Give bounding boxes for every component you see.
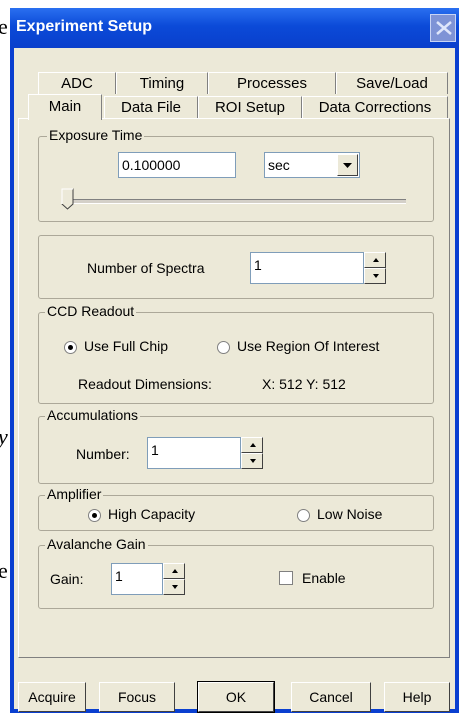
- accumulations-input[interactable]: 1: [147, 437, 241, 469]
- readout-dimensions-value: X: 512 Y: 512: [262, 376, 346, 392]
- exposure-unit-select[interactable]: sec: [264, 152, 360, 178]
- gain-spinner[interactable]: [163, 563, 185, 595]
- avalanche-gain-group: Avalanche Gain: [38, 536, 434, 609]
- spin-up-button[interactable]: [241, 437, 263, 453]
- number-of-spectra-input[interactable]: 1: [250, 252, 364, 284]
- exposure-time-legend: Exposure Time: [47, 127, 145, 143]
- high-capacity-label[interactable]: High Capacity: [108, 506, 195, 522]
- background-text: y: [0, 424, 8, 450]
- amplifier-legend: Amplifier: [45, 486, 104, 502]
- window-title: Experiment Setup: [16, 18, 153, 35]
- exposure-unit-value: sec: [268, 157, 290, 173]
- title-bar[interactable]: Experiment Setup: [10, 8, 459, 48]
- experiment-setup-window: Experiment Setup ADC Timing Processes Sa…: [10, 8, 459, 713]
- use-roi-radio[interactable]: [217, 341, 230, 354]
- arrow-down-icon: [373, 274, 379, 278]
- tab-main[interactable]: Main: [28, 94, 102, 120]
- use-roi-label[interactable]: Use Region Of Interest: [237, 338, 379, 354]
- enable-checkbox[interactable]: [279, 571, 293, 585]
- acquire-button[interactable]: Acquire: [18, 682, 86, 712]
- arrow-down-icon: [172, 585, 178, 589]
- background-text: e: [0, 14, 8, 39]
- spin-down-button[interactable]: [163, 579, 185, 595]
- enable-label[interactable]: Enable: [302, 570, 346, 586]
- use-full-chip-radio[interactable]: [64, 341, 77, 354]
- tab-data-corrections[interactable]: Data Corrections: [302, 96, 448, 118]
- background-text: e: [0, 558, 8, 583]
- tab-data-file[interactable]: Data File: [104, 96, 198, 118]
- tab-adc[interactable]: ADC: [38, 72, 116, 94]
- arrow-up-icon: [172, 569, 178, 573]
- tab-roi-setup[interactable]: ROI Setup: [198, 96, 302, 118]
- number-of-spectra-label: Number of Spectra: [87, 260, 205, 276]
- low-noise-label[interactable]: Low Noise: [317, 506, 382, 522]
- arrow-up-icon: [373, 258, 379, 262]
- readout-dimensions-label: Readout Dimensions:: [78, 376, 212, 392]
- spin-up-button[interactable]: [364, 252, 386, 268]
- use-full-chip-label[interactable]: Use Full Chip: [84, 338, 168, 354]
- spin-down-button[interactable]: [364, 268, 386, 284]
- cancel-button[interactable]: Cancel: [291, 682, 371, 712]
- dialog-body: ADC Timing Processes Save/Load Main Data…: [14, 48, 455, 713]
- high-capacity-radio[interactable]: [88, 509, 101, 522]
- close-icon: [436, 21, 452, 35]
- accumulations-legend: Accumulations: [45, 407, 141, 423]
- close-button[interactable]: [430, 14, 456, 42]
- low-noise-radio[interactable]: [297, 509, 310, 522]
- accumulations-spinner[interactable]: [241, 437, 263, 469]
- accumulations-number-label: Number:: [76, 446, 130, 462]
- exposure-time-input[interactable]: 0.100000: [118, 152, 236, 178]
- exposure-slider-thumb[interactable]: [61, 188, 75, 210]
- exposure-slider-track[interactable]: [64, 199, 406, 204]
- ok-button[interactable]: OK: [197, 681, 275, 713]
- ccd-readout-legend: CCD Readout: [45, 303, 137, 319]
- spin-up-button[interactable]: [163, 563, 185, 579]
- tab-timing[interactable]: Timing: [116, 72, 208, 94]
- spin-down-button[interactable]: [241, 453, 263, 469]
- tab-save-load[interactable]: Save/Load: [336, 72, 448, 94]
- chevron-down-icon: [343, 163, 352, 168]
- help-button[interactable]: Help: [384, 682, 450, 712]
- arrow-up-icon: [250, 443, 256, 447]
- exposure-unit-dropdown-button[interactable]: [337, 154, 358, 176]
- number-of-spectra-spinner[interactable]: [364, 252, 386, 284]
- arrow-down-icon: [250, 459, 256, 463]
- focus-button[interactable]: Focus: [99, 682, 175, 712]
- gain-label: Gain:: [50, 571, 84, 587]
- tab-processes[interactable]: Processes: [208, 72, 336, 94]
- gain-input[interactable]: 1: [111, 563, 163, 595]
- avalanche-gain-legend: Avalanche Gain: [45, 536, 148, 552]
- exposure-time-group: Exposure Time: [38, 127, 434, 222]
